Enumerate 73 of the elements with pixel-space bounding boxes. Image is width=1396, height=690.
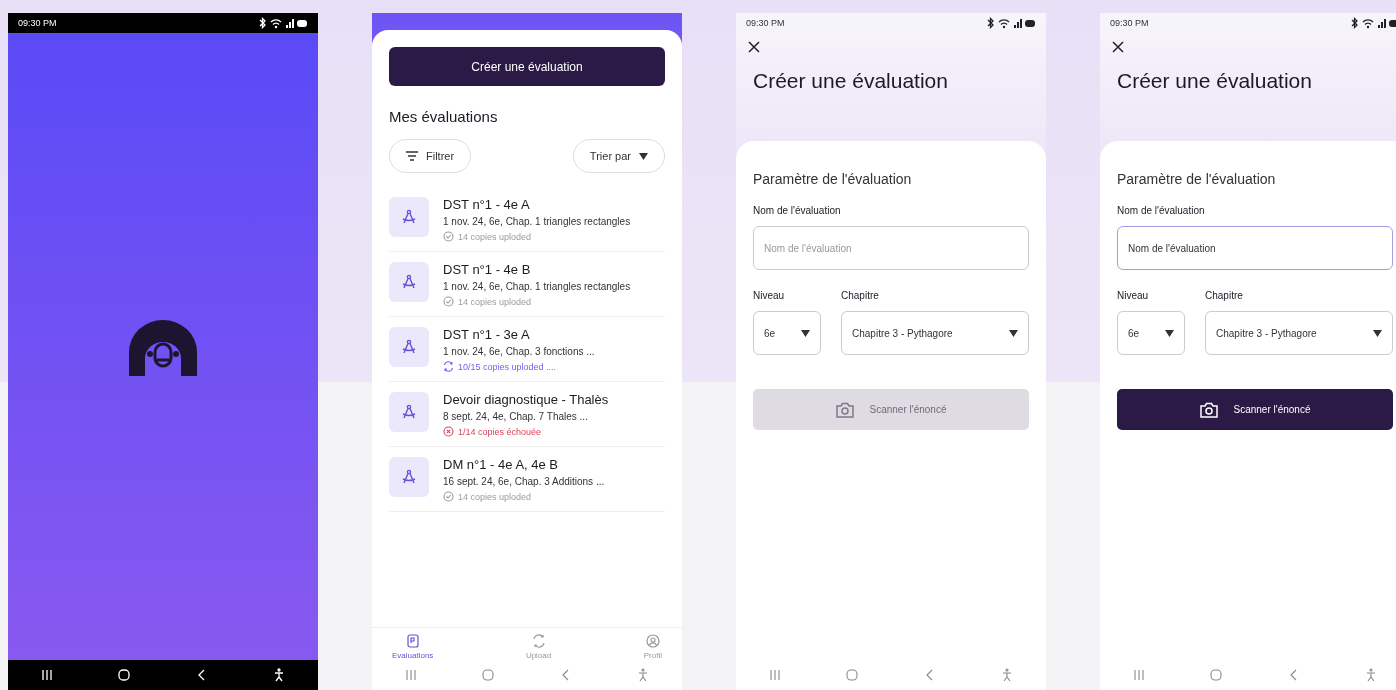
- level-dropdown[interactable]: 6e: [753, 311, 821, 355]
- scan-button[interactable]: Scanner l'énoncé: [1117, 389, 1393, 430]
- compass-icon: [389, 457, 429, 497]
- create-button[interactable]: Créer une évaluation: [389, 47, 665, 86]
- close-icon[interactable]: [1112, 41, 1124, 53]
- evaluation-details: 1 nov. 24, 6e, Chap. 1 triangles rectangles: [443, 281, 631, 292]
- section-title: Paramètre de l'évaluation: [1117, 171, 1277, 187]
- evaluation-item[interactable]: Devoir diagnostique - Thalès 8 sept. 24, 4e, Chap. 7 Thales ... 1/14 copies échouée: [389, 382, 665, 447]
- screen-title: Créer une évaluation: [1117, 69, 1313, 93]
- status-time: 09:30 PM: [746, 18, 785, 28]
- evaluation-title: DM n°1 - 4e A, 4e B: [443, 457, 560, 472]
- caret-icon: [1009, 329, 1018, 337]
- screen-title: Créer une évaluation: [753, 69, 949, 93]
- compass-icon: [389, 392, 429, 432]
- evaluation-details: 1 nov. 24, 6e, Chap. 3 fonctions ...: [443, 346, 595, 357]
- compass-icon: [389, 262, 429, 302]
- evaluation-item[interactable]: DST n°1 - 4e A 1 nov. 24, 6e, Chap. 1 triangles rectangles 14 copies uploded: [389, 187, 665, 252]
- upload-status: 14 copies uploded: [458, 231, 532, 242]
- caret-icon: [801, 329, 810, 337]
- sort-button[interactable]: Trier par: [572, 139, 665, 173]
- status-time: 09:30 PM: [1110, 18, 1149, 28]
- name-input-field[interactable]: Nom de l'évaluation: [753, 226, 1029, 270]
- upload-status: 1/14 copies échouée: [458, 426, 542, 437]
- compass-icon: [389, 197, 429, 237]
- evaluation-details: 8 sept. 24, 4e, Chap. 7 Thales ...: [443, 411, 589, 422]
- close-icon[interactable]: [748, 41, 760, 53]
- upload-status: 10/15 copies uploded ....: [458, 361, 557, 372]
- name-input-field[interactable]: Nom de l'évaluation: [1117, 226, 1393, 270]
- evaluation-item[interactable]: DST n°1 - 3e A 1 nov. 24, 6e, Chap. 3 fonctions ... 10/15 copies uploded ....: [389, 317, 665, 382]
- level-dropdown[interactable]: 6e: [1117, 311, 1185, 355]
- field-label: Nom de l'évaluation: [1117, 205, 1206, 216]
- field-label: Niveau: [753, 290, 786, 301]
- check-icon: [443, 296, 454, 307]
- status-time: 09:30 PM: [18, 18, 57, 28]
- evaluation-details: 1 nov. 24, 6e, Chap. 1 triangles rectangles: [443, 216, 631, 227]
- caret-icon: [1165, 329, 1174, 337]
- nav-tab[interactable]: Evaluations: [392, 634, 434, 660]
- section-title: Mes évaluations: [389, 108, 499, 125]
- field-label: Nom de l'évaluation: [753, 205, 842, 216]
- status-icons-drawing: [986, 17, 1036, 29]
- chapter-dropdown[interactable]: Chapitre 3 - Pythagore: [841, 311, 1029, 355]
- camera-icon: [1199, 401, 1218, 418]
- field-label: Chapitre: [1205, 290, 1244, 301]
- check-icon: [443, 491, 454, 502]
- evaluation-title: DST n°1 - 4e A: [443, 197, 531, 212]
- section-title: Paramètre de l'évaluation: [753, 171, 913, 187]
- filter-button[interactable]: Filtrer: [389, 139, 472, 173]
- caret-icon: [639, 152, 648, 160]
- sync-icon: [531, 634, 546, 648]
- caret-icon: [1373, 329, 1382, 337]
- check-icon: [443, 231, 454, 242]
- sync-icon: [443, 361, 454, 372]
- camera-icon: [835, 401, 854, 418]
- upload-status: 14 copies uploded: [458, 491, 532, 502]
- status-icons-drawing: [1350, 17, 1396, 29]
- evaluation-item[interactable]: DM n°1 - 4e A, 4e B 16 sept. 24, 6e, Chap. 3 Additions ... 14 copies uploded: [389, 447, 665, 512]
- system-nav-icon[interactable]: [117, 668, 132, 682]
- filter-icon: [406, 151, 418, 161]
- document-icon: [405, 634, 420, 648]
- evaluation-item[interactable]: DST n°1 - 4e B 1 nov. 24, 6e, Chap. 1 triangles rectangles 14 copies uploded: [389, 252, 665, 317]
- user-icon: [645, 634, 660, 648]
- evaluation-title: DST n°1 - 3e A: [443, 327, 531, 342]
- error-icon: [443, 426, 454, 437]
- evaluation-details: 16 sept. 24, 6e, Chap. 3 Additions ...: [443, 476, 605, 487]
- upload-status: 14 copies uploded: [458, 296, 532, 307]
- evaluation-title: Devoir diagnostique - Thalès: [443, 392, 609, 407]
- field-label: Chapitre: [841, 290, 880, 301]
- compass-icon: [389, 327, 429, 367]
- field-label: Niveau: [1117, 290, 1150, 301]
- chapter-dropdown[interactable]: Chapitre 3 - Pythagore: [1205, 311, 1393, 355]
- system-nav-icon[interactable]: [39, 668, 54, 682]
- status-icons-drawing: [258, 17, 308, 29]
- evaluation-title: DST n°1 - 4e B: [443, 262, 532, 277]
